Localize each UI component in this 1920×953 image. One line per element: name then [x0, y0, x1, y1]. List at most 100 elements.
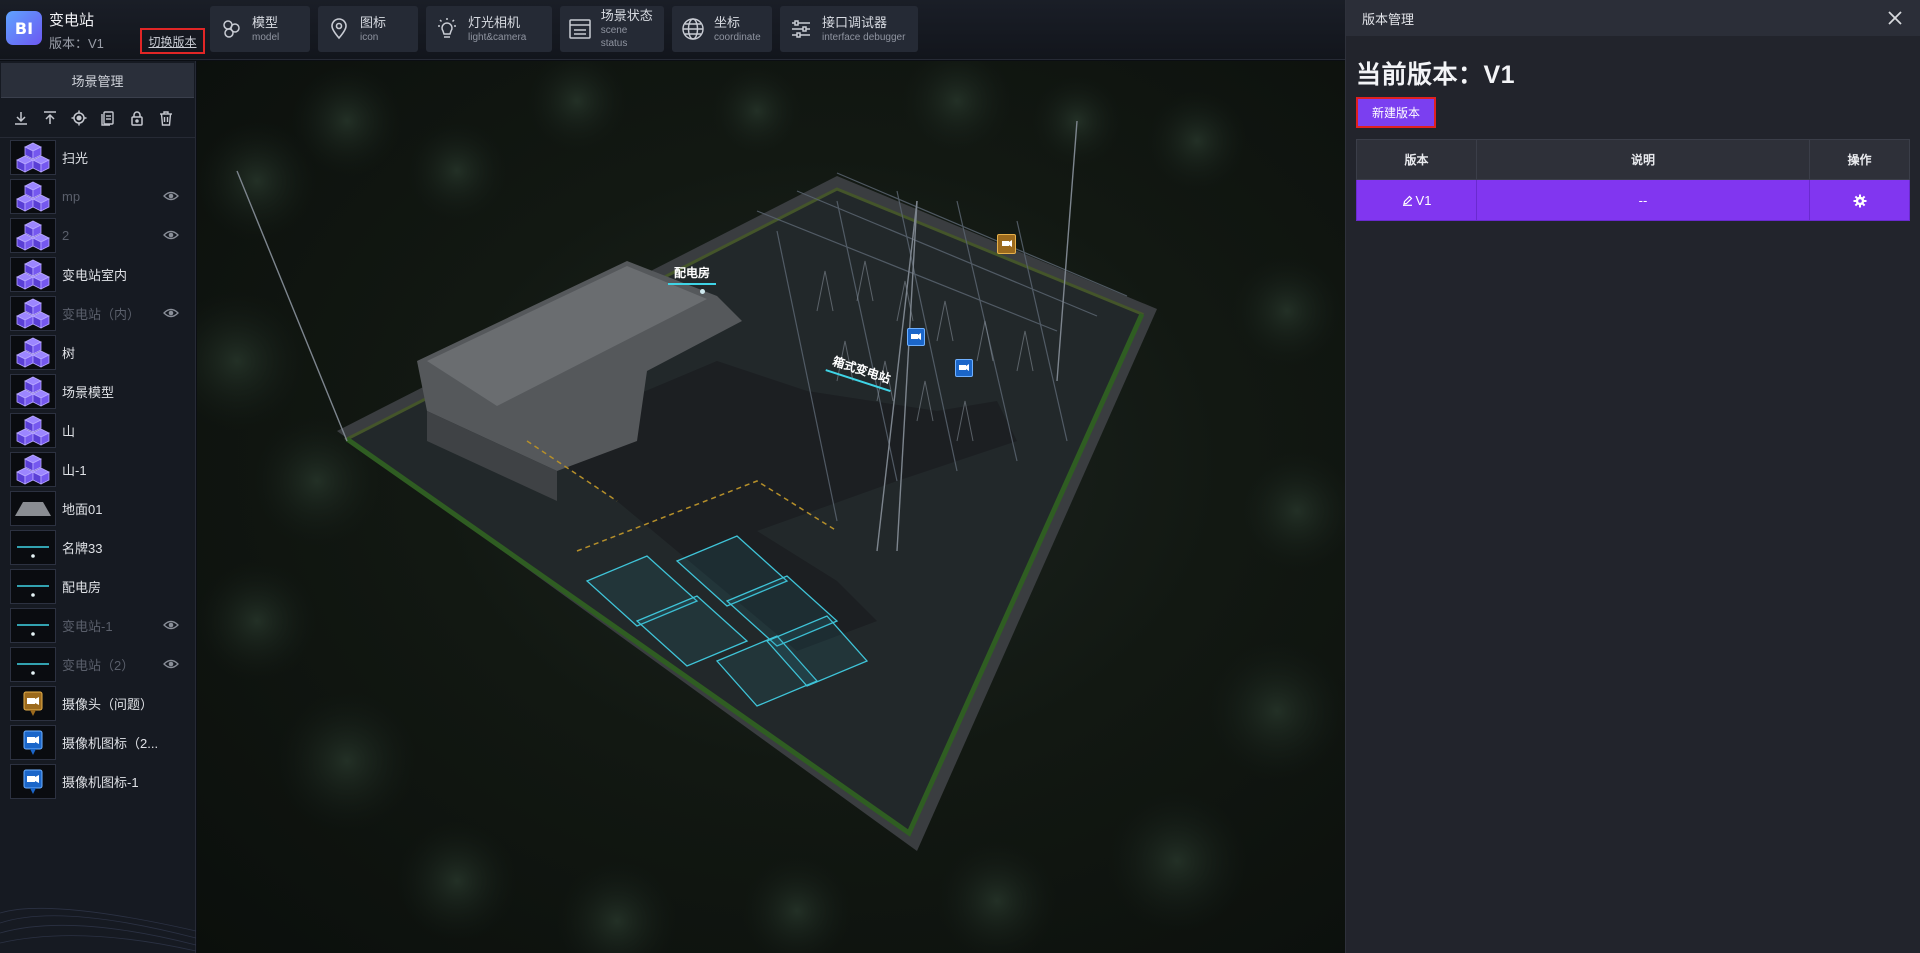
tab-scene-management[interactable]: 场景管理 [1, 63, 194, 98]
layer-thumbnail [10, 647, 56, 682]
app-root: BI 变电站 版本：V1 切换版本 模型 model 图标 icon 灯光相机 lig… [0, 0, 1920, 953]
layer-item[interactable]: 变电站室内 [0, 255, 195, 294]
toolbar-sublabel: model [252, 31, 280, 43]
version-cell[interactable]: V1 [1356, 179, 1477, 221]
layer-thumbnail [10, 218, 56, 253]
toolbar-interface-debugger-button[interactable]: 接口调试器 interface debugger [780, 6, 918, 52]
model-icon [218, 16, 244, 42]
layer-item[interactable]: 名牌33 [0, 528, 195, 567]
layer-item[interactable]: 摄像头（问题） [0, 684, 195, 723]
layer-name: 变电站室内 [62, 268, 128, 283]
toolbar-icon-button[interactable]: 图标 icon [318, 6, 418, 52]
toolbar-label: 接口调试器 [822, 14, 888, 30]
toolbar-scene-status-button[interactable]: 场景状态 scene status [560, 6, 664, 52]
version-indicator: 版本：V1 [49, 36, 104, 51]
edit-icon[interactable] [1402, 195, 1413, 206]
layer-item[interactable]: 变电站-1 [0, 606, 195, 645]
scene-manager-panel: 场景管理 扫光 mp 2 变电站室内变电站（内） 树场景模型山山-1 地面01 名牌33 配电… [0, 61, 196, 953]
layer-name: mp [62, 189, 81, 204]
layer-name: 变电站-1 [62, 619, 113, 634]
layer-item[interactable]: 山-1 [0, 450, 195, 489]
layer-thumbnail [10, 452, 56, 487]
lightbulb-icon [434, 16, 460, 42]
layer-item[interactable]: 2 [0, 216, 195, 255]
toolbar-label: 图标 [360, 14, 387, 30]
layer-thumbnail [10, 335, 56, 370]
layer-thumbnail [10, 179, 56, 214]
copy-icon[interactable] [98, 108, 118, 128]
camera-marker-gold[interactable] [997, 234, 1016, 254]
current-version-heading: 当前版本：V1 [1356, 61, 1516, 89]
layer-toolbar [0, 98, 195, 138]
layer-item[interactable]: 地面01 [0, 489, 195, 528]
layer-name: 变电站（内） [62, 307, 141, 322]
version-value: V1 [1415, 192, 1432, 208]
panel-header: 版本管理 [1346, 0, 1920, 36]
version-table: 版本 说明 操作 V1 -- [1356, 139, 1910, 221]
table-row[interactable]: V1 -- [1356, 179, 1910, 221]
visibility-eye-icon[interactable] [163, 189, 179, 203]
layer-item[interactable]: 摄像机图标-1 [0, 762, 195, 801]
layer-list: 扫光 mp 2 变电站室内变电站（内） 树场景模型山山-1 地面01 名牌33 配电房变电站-… [0, 138, 195, 801]
sliders-icon [788, 16, 814, 42]
trash-icon[interactable] [156, 108, 176, 128]
table-header-row: 版本 说明 操作 [1356, 139, 1910, 180]
toolbar-light-camera-button[interactable]: 灯光相机 light&camera [426, 6, 552, 52]
layer-thumbnail [10, 608, 56, 643]
3d-scene-viewport[interactable]: 配电房 箱式变电站 [197, 61, 1345, 953]
layer-item[interactable]: mp [0, 177, 195, 216]
layer-item[interactable]: 摄像机图标（2... [0, 723, 195, 762]
camera-marker-blue[interactable] [907, 328, 925, 346]
layer-name: 山 [62, 424, 76, 439]
visibility-eye-icon[interactable] [163, 618, 179, 632]
layer-thumbnail [10, 764, 56, 799]
layer-thumbnail [10, 257, 56, 292]
scene-label-power-room[interactable]: 配电房 [668, 264, 717, 285]
layer-item[interactable]: 场景模型 [0, 372, 195, 411]
layer-name: 扫光 [62, 151, 89, 166]
actions-cell [1809, 179, 1910, 221]
substation-scene [197, 61, 1345, 953]
close-icon[interactable] [1884, 7, 1906, 29]
layer-name: 名牌33 [62, 541, 103, 556]
layer-name: 树 [62, 346, 76, 361]
layer-thumbnail [10, 140, 56, 175]
column-header-actions: 操作 [1809, 139, 1910, 180]
switch-version-label: 切换版本 [148, 34, 197, 49]
version-management-panel: 版本管理 当前版本：V1 新建版本 版本 说明 操作 V1 -- [1345, 0, 1920, 953]
layer-item[interactable]: 变电站（内） [0, 294, 195, 333]
layer-thumbnail [10, 413, 56, 448]
toolbar-model-button[interactable]: 模型 model [210, 6, 310, 52]
top-toolbar: BI 变电站 版本：V1 切换版本 模型 model 图标 icon 灯光相机 lig… [0, 0, 1345, 60]
scene-status-icon [568, 16, 593, 42]
locate-icon[interactable] [69, 108, 89, 128]
camera-marker-blue[interactable] [955, 359, 973, 377]
layer-item[interactable]: 树 [0, 333, 195, 372]
download-icon[interactable] [11, 108, 31, 128]
layer-name: 场景模型 [62, 385, 115, 400]
layer-name: 地面01 [62, 502, 103, 517]
layer-name: 摄像机图标-1 [62, 775, 139, 790]
lock-icon[interactable] [127, 108, 147, 128]
layer-item[interactable]: 扫光 [0, 138, 195, 177]
app-logo: BI [6, 11, 42, 45]
gear-icon[interactable] [1853, 194, 1867, 208]
visibility-eye-icon[interactable] [163, 306, 179, 320]
column-header-description: 说明 [1476, 139, 1810, 180]
toolbar-label: 模型 [252, 14, 279, 30]
layer-item[interactable]: 变电站（2） [0, 645, 195, 684]
label-anchor-dot [700, 289, 705, 294]
toolbar-coordinate-button[interactable]: 坐标 coordinate [672, 6, 772, 52]
layer-name: 变电站（2） [62, 658, 135, 673]
visibility-eye-icon[interactable] [163, 228, 179, 242]
visibility-eye-icon[interactable] [163, 657, 179, 671]
new-version-button[interactable]: 新建版本 [1356, 97, 1436, 128]
camera-icon [959, 364, 969, 371]
layer-thumbnail [10, 686, 56, 721]
switch-version-button[interactable]: 切换版本 [140, 28, 205, 54]
layer-item[interactable]: 配电房 [0, 567, 195, 606]
upload-icon[interactable] [40, 108, 60, 128]
layer-item[interactable]: 山 [0, 411, 195, 450]
column-header-version: 版本 [1356, 139, 1477, 180]
camera-icon [911, 333, 921, 340]
